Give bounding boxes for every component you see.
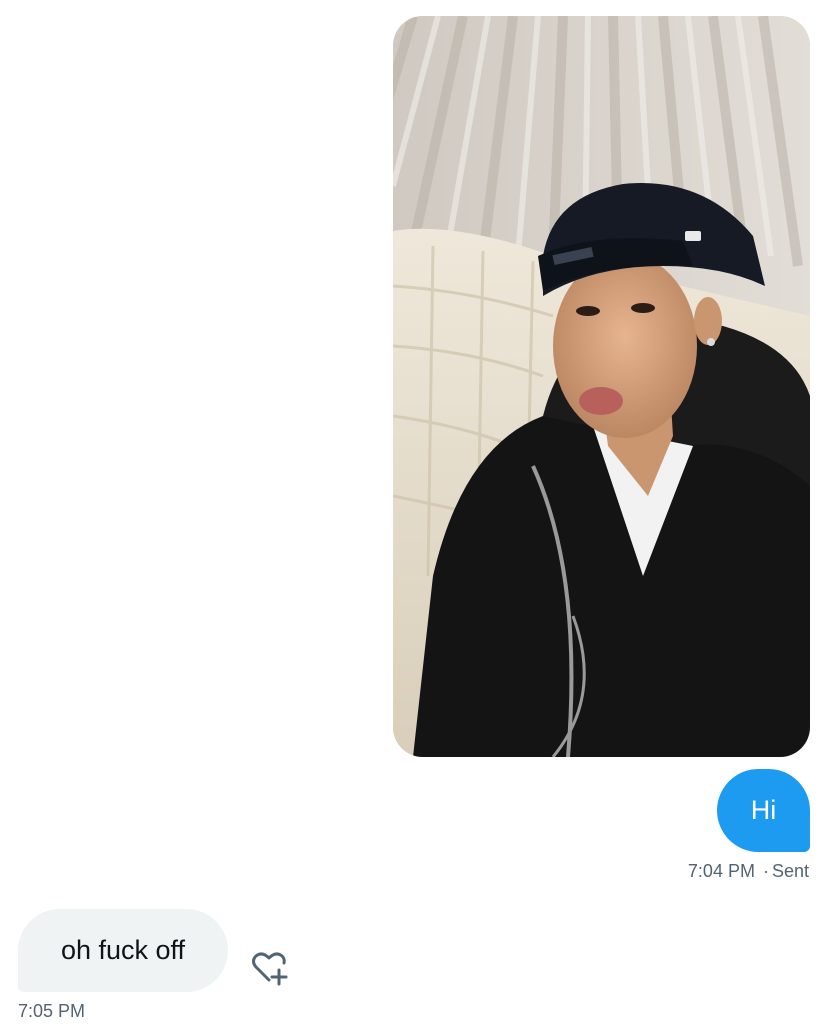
heart-plus-icon: [252, 952, 288, 986]
add-reaction-button[interactable]: [247, 945, 291, 989]
sent-message-time: 7:04 PM: [687, 861, 755, 881]
photo-image: [393, 16, 810, 757]
received-message-text: oh fuck off: [60, 935, 186, 965]
conversation: Hi 7:04 PM · Sent oh fuck off 7:05 PM: [0, 0, 827, 1036]
received-message-bubble[interactable]: oh fuck off: [18, 909, 228, 992]
sent-message-bubble[interactable]: Hi: [717, 769, 810, 852]
received-message-time: 7:05 PM: [18, 1001, 86, 1021]
sent-status: Sent: [771, 861, 809, 881]
sent-message-text: Hi: [750, 795, 777, 825]
sent-message-meta: 7:04 PM · Sent: [688, 861, 809, 882]
meta-separator: ·: [762, 861, 769, 881]
sent-photo-message[interactable]: [393, 16, 810, 757]
